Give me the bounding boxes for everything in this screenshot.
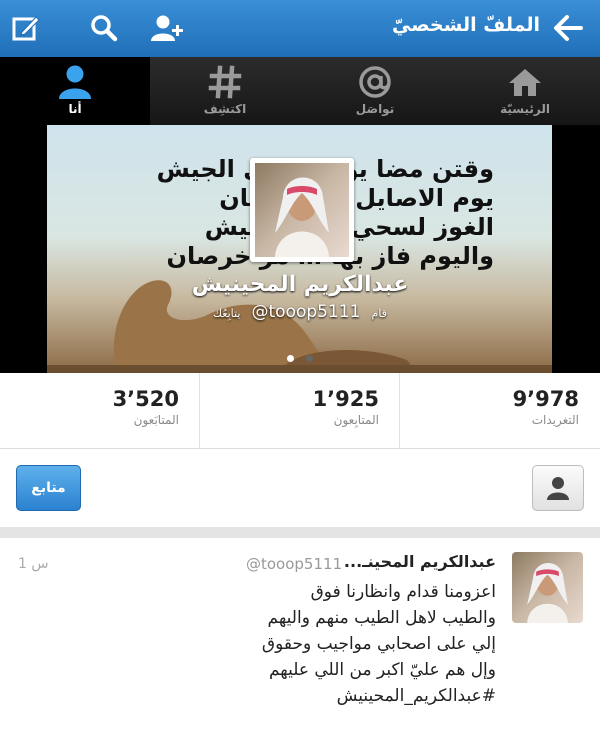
stat-tweets-label: التغريدات [531,413,579,427]
at-icon [300,65,450,99]
divider [399,373,400,448]
stats-row: 9٬978 التغريدات 1٬925 المتابِعون 3٬520 ا… [0,373,600,449]
profile-handle: @tooop5111 [251,302,361,322]
hash-icon [150,65,300,99]
action-hint: قام [371,307,387,320]
person-icon [547,477,569,500]
profile-avatar[interactable] [250,158,354,262]
arrow-left-icon[interactable] [548,8,588,48]
stat-followers-label: المتابَعون [133,413,179,427]
stat-followers-value: 3٬520 [112,387,179,411]
avatar-photo [255,163,349,257]
stat-following-label: المتابِعون [333,413,379,427]
profile-name: عبدالكريم المحينيش [191,272,409,297]
person-icon [0,65,150,99]
tab-home[interactable]: الرئيسيّة [450,57,600,125]
tab-discover[interactable]: اكتشِف [150,57,300,125]
follows-you-badge: يتابِعُك [213,307,241,320]
tweet-line: إلي على اصحابي مواجيب وحقوق [261,634,496,654]
tweet-text: اعزومنا قدام وانظارنا فوق والطيب لاهل ال… [76,579,496,709]
tweet-line: والطيب لاهل الطيب منهم واليهم [267,608,496,628]
tweet-author-name[interactable]: عبدالكريم المحينـ... [344,552,496,571]
page-indicator[interactable] [0,347,600,366]
tab-me-label: أنا [68,102,82,116]
home-icon [450,65,600,99]
page-dot-active [287,355,295,362]
profile-handle-row: يتابِعُك @tooop5111 قام [0,302,600,322]
stat-followers[interactable]: 3٬520 المتابَعون [0,373,199,448]
divider [199,373,200,448]
profile-menu-button[interactable] [532,465,584,511]
tweet-author-handle[interactable]: @tooop5111 [246,555,342,573]
tweet-line: اعزومنا قدام وانظارنا فوق [310,582,496,602]
stat-tweets[interactable]: 9٬978 التغريدات [400,373,599,448]
stat-following[interactable]: 1٬925 المتابِعون [200,373,399,448]
tab-connect-label: تواصَل [355,102,395,116]
tab-bar: الرئيسيّة تواصَل اكتشِف أنا [0,57,600,125]
tweet-hashtag[interactable]: #عبدالكريم_المحينيش [76,683,496,709]
profile-actions: متابع [0,449,600,527]
tweet-item[interactable]: عبدالكريم المحينـ... @tooop5111 1 س اعزو… [0,538,600,743]
stat-following-value: 1٬925 [312,387,379,411]
tab-home-label: الرئيسيّة [500,102,550,116]
page-dot [305,355,313,362]
follow-button[interactable]: متابع [16,465,81,511]
profile-header[interactable]: وقتن مضا يوم… على الجيش يوم الاصايل … له… [0,125,600,373]
top-bar: الملفّ الشخصيّ [0,0,600,58]
add-user-icon[interactable] [148,8,188,48]
search-icon[interactable] [84,8,124,48]
tab-connect[interactable]: تواصَل [300,57,450,125]
tweet-avatar[interactable] [512,552,583,623]
tab-me[interactable]: أنا [0,57,150,125]
page-title: الملفّ الشخصيّ [391,14,540,36]
section-divider [0,527,600,538]
compose-icon[interactable] [6,8,46,48]
tweet-timestamp: 1 س [18,556,49,572]
stat-tweets-value: 9٬978 [512,387,579,411]
tweet-line: وإل هم عليّ اكبر من اللي عليهم [268,660,496,680]
tab-discover-label: اكتشِف [203,102,247,116]
